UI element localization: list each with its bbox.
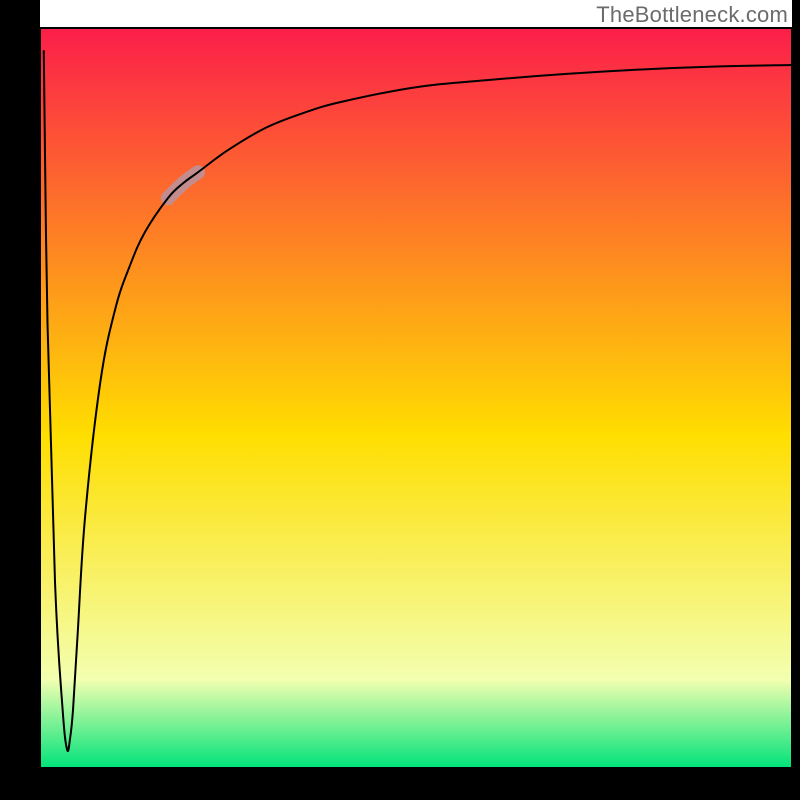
watermark-text: TheBottleneck.com (596, 2, 788, 28)
left-margin (0, 0, 40, 800)
bottom-margin (0, 768, 800, 800)
right-margin (792, 0, 800, 800)
plot-background (40, 28, 792, 768)
chart-frame: TheBottleneck.com (0, 0, 800, 800)
chart-svg (0, 0, 800, 800)
